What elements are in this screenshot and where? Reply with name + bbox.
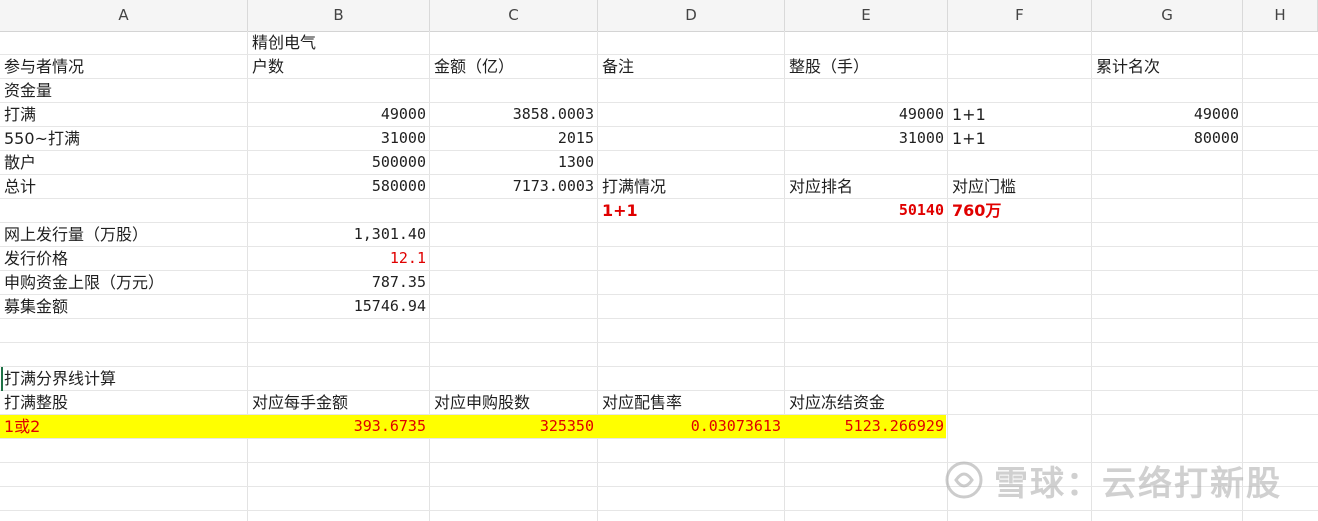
column-header-f[interactable]: F bbox=[948, 0, 1092, 31]
sheet-row-9: 1+1 50140 760万 bbox=[0, 199, 1318, 223]
cell-f5[interactable]: 1+1 bbox=[948, 103, 1092, 126]
column-header-e[interactable]: E bbox=[785, 0, 948, 31]
sheet-row-7: 散户 500000 1300 bbox=[0, 151, 1318, 175]
spreadsheet: ABCDEFGH 精创电气 参与者情况 户数 金额（亿） 备注 整股（手） 累计名次 资金量打… bbox=[0, 0, 1318, 521]
column-header-d[interactable]: D bbox=[598, 0, 785, 31]
sheet-row-11: 发行价格 12.1 bbox=[0, 247, 1318, 271]
cell-c7[interactable]: 1300 bbox=[430, 151, 598, 174]
cell-c6[interactable]: 2015 bbox=[430, 127, 598, 150]
column-header-g[interactable]: G bbox=[1092, 0, 1243, 31]
cell-b13[interactable]: 15746.94 bbox=[248, 295, 430, 318]
cell-e5[interactable]: 49000 bbox=[785, 103, 948, 126]
cell-a4[interactable]: 资金量 bbox=[0, 79, 248, 102]
cell-e9[interactable]: 50140 bbox=[785, 199, 948, 222]
cell-a13[interactable]: 募集金额 bbox=[0, 295, 248, 318]
cell-d8[interactable]: 打满情况 bbox=[598, 175, 785, 198]
cell-b3[interactable]: 户数 bbox=[248, 55, 430, 78]
sheet-row-17: 打满整股 对应每手金额 对应申购股数 对应配售率 对应冻结资金 bbox=[0, 391, 1318, 415]
watermark-text: 雪球：云络打新股 bbox=[994, 463, 1282, 504]
sheet-row-4: 资金量 bbox=[0, 79, 1318, 103]
cell-f9[interactable]: 760万 bbox=[948, 199, 1092, 222]
sheet-row-6: 550~打满 31000 2015 31000 1+1 80000 bbox=[0, 127, 1318, 151]
cell-e17[interactable]: 对应冻结资金 bbox=[785, 391, 948, 414]
cell-e6[interactable]: 31000 bbox=[785, 127, 948, 150]
cell-a12[interactable]: 申购资金上限（万元） bbox=[0, 271, 248, 294]
sheet-row-3: 参与者情况 户数 金额（亿） 备注 整股（手） 累计名次 bbox=[0, 55, 1318, 79]
cell-g3[interactable]: 累计名次 bbox=[1092, 55, 1243, 78]
cell-a17[interactable]: 打满整股 bbox=[0, 391, 248, 414]
sheet-row-12: 申购资金上限（万元） 787.35 bbox=[0, 271, 1318, 295]
cell-b12[interactable]: 787.35 bbox=[248, 271, 430, 294]
cell-b2[interactable]: 精创电气 bbox=[248, 31, 430, 54]
watermark: 雪球：云络打新股 bbox=[944, 457, 1282, 504]
sheet-row-5: 打满 49000 3858.0003 49000 1+1 49000 bbox=[0, 103, 1318, 127]
cell-d3[interactable]: 备注 bbox=[598, 55, 785, 78]
cell-g6[interactable]: 80000 bbox=[1092, 127, 1243, 150]
sheet-row-10: 网上发行量（万股） 1,301.40 bbox=[0, 223, 1318, 247]
sheet-row-2: 精创电气 bbox=[0, 31, 1318, 55]
sheet-row-18: 1或2 393.6735 325350 0.03073613 5123.266929 bbox=[0, 415, 946, 439]
cell-b5[interactable]: 49000 bbox=[248, 103, 430, 126]
cell-e18[interactable]: 5123.266929 bbox=[785, 415, 948, 438]
column-header-a[interactable]: A bbox=[0, 0, 248, 31]
sheet-row-13: 募集金额 15746.94 bbox=[0, 295, 1318, 319]
cell-a18[interactable]: 1或2 bbox=[0, 415, 248, 438]
column-header-c[interactable]: C bbox=[430, 0, 598, 31]
sheet-row-8: 总计 580000 7173.0003 打满情况 对应排名 对应门槛 bbox=[0, 175, 1318, 199]
cell-e3[interactable]: 整股（手） bbox=[785, 55, 948, 78]
sheet-row-15 bbox=[0, 343, 1318, 367]
cell-c5[interactable]: 3858.0003 bbox=[430, 103, 598, 126]
cell-a6[interactable]: 550~打满 bbox=[0, 127, 248, 150]
column-header-h[interactable]: H bbox=[1243, 0, 1318, 31]
cell-f6[interactable]: 1+1 bbox=[948, 127, 1092, 150]
cell-a16[interactable]: 打满分界线计算 bbox=[0, 367, 248, 390]
cell-f8[interactable]: 对应门槛 bbox=[948, 175, 1092, 198]
snowball-logo-icon bbox=[945, 461, 983, 499]
active-cell-marker bbox=[1, 367, 3, 391]
cell-d9[interactable]: 1+1 bbox=[598, 199, 785, 222]
cell-grid: 精创电气 参与者情况 户数 金额（亿） 备注 整股（手） 累计名次 资金量 打满 49000 385… bbox=[0, 31, 1318, 521]
cell-c3[interactable]: 金额（亿） bbox=[430, 55, 598, 78]
cell-g5[interactable]: 49000 bbox=[1092, 103, 1243, 126]
cell-b18[interactable]: 393.6735 bbox=[248, 415, 430, 438]
column-header-b[interactable]: B bbox=[248, 0, 430, 31]
cell-b11[interactable]: 12.1 bbox=[248, 247, 430, 270]
cell-c17[interactable]: 对应申购股数 bbox=[430, 391, 598, 414]
sheet-row-14 bbox=[0, 319, 1318, 343]
cell-d18[interactable]: 0.03073613 bbox=[598, 415, 785, 438]
column-header-row: ABCDEFGH bbox=[0, 0, 1318, 32]
cell-b10[interactable]: 1,301.40 bbox=[248, 223, 430, 246]
cell-a3[interactable]: 参与者情况 bbox=[0, 55, 248, 78]
cell-a10[interactable]: 网上发行量（万股） bbox=[0, 223, 248, 246]
cell-b6[interactable]: 31000 bbox=[248, 127, 430, 150]
cell-e8[interactable]: 对应排名 bbox=[785, 175, 948, 198]
cell-d17[interactable]: 对应配售率 bbox=[598, 391, 785, 414]
cell-a11[interactable]: 发行价格 bbox=[0, 247, 248, 270]
cell-a8[interactable]: 总计 bbox=[0, 175, 248, 198]
cell-a5[interactable]: 打满 bbox=[0, 103, 248, 126]
cell-c8[interactable]: 7173.0003 bbox=[430, 175, 598, 198]
cell-b17[interactable]: 对应每手金额 bbox=[248, 391, 430, 414]
cell-b7[interactable]: 500000 bbox=[248, 151, 430, 174]
cell-c18[interactable]: 325350 bbox=[430, 415, 598, 438]
cell-a7[interactable]: 散户 bbox=[0, 151, 248, 174]
cell-b8[interactable]: 580000 bbox=[248, 175, 430, 198]
sheet-row-16: 打满分界线计算 bbox=[0, 367, 1318, 391]
